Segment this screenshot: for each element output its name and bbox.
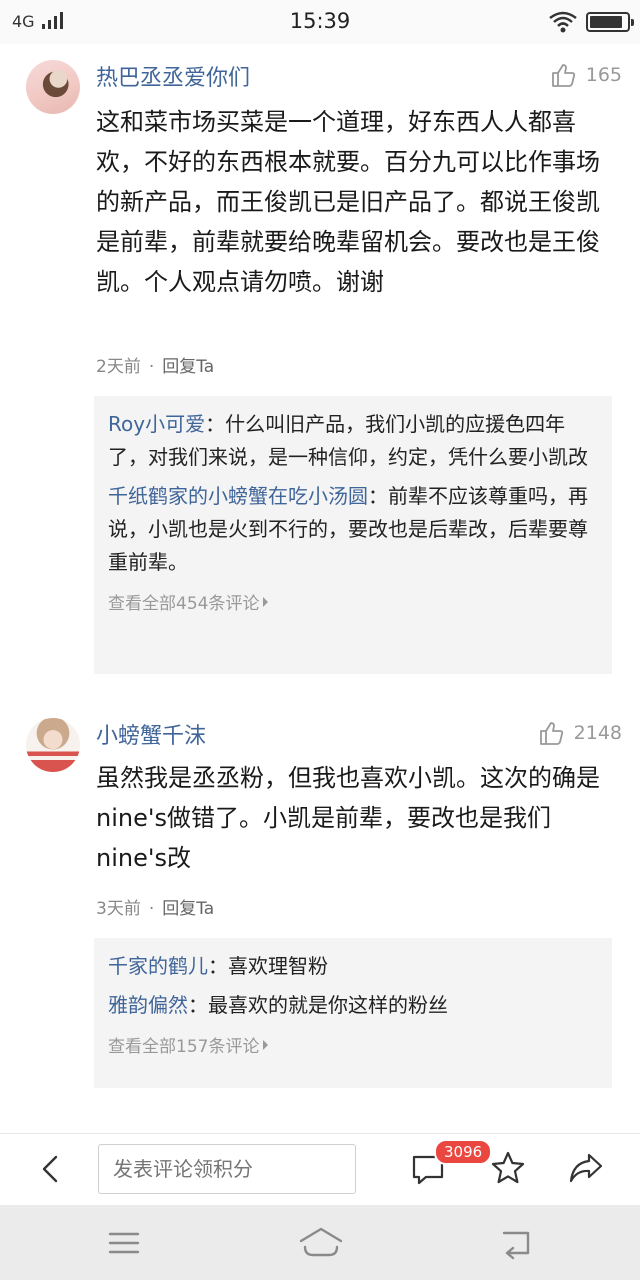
comment-time: 2天前 xyxy=(96,357,141,377)
comment-item: 热巴丞丞爱你们 165 这和菜市场买菜是一个道理，好东西人人都喜欢，不好的东西根… xyxy=(0,44,640,684)
share-icon[interactable] xyxy=(568,1150,604,1186)
view-all-replies-link[interactable]: 查看全部454条评论 xyxy=(108,585,598,620)
reply-item[interactable]: 千家的鹤儿：喜欢理智粉 xyxy=(108,950,598,983)
meta-separator: · xyxy=(148,357,155,377)
comment-count-badge: 3096 xyxy=(434,1139,493,1165)
clock: 15:39 xyxy=(289,9,351,33)
reply-button[interactable]: 回复Ta xyxy=(162,899,214,919)
reply-separator: ： xyxy=(368,484,388,508)
comment-time: 3天前 xyxy=(96,899,141,919)
comment-meta: 3天前 · 回复Ta xyxy=(96,894,214,919)
reply-box: 千家的鹤儿：喜欢理智粉 雅韵偏然：最喜欢的就是你这样的粉丝 查看全部157条评论 xyxy=(94,938,612,1088)
comment-item: 小螃蟹千沫 2148 虽然我是丞丞粉，但我也喜欢小凯。这次的确是nine's做错… xyxy=(0,700,640,1100)
reply-item[interactable]: Roy小可爱：什么叫旧产品，我们小凯的应援色四年了，对我们来说，是一种信仰，约定… xyxy=(108,408,598,474)
view-all-replies-link[interactable]: 查看全部157条评论 xyxy=(108,1028,598,1063)
return-icon[interactable] xyxy=(496,1225,536,1261)
reply-username[interactable]: 雅韵偏然 xyxy=(108,993,188,1017)
reply-text: 喜欢理智粉 xyxy=(228,954,328,978)
comment-action-bar: 3096 xyxy=(0,1133,640,1205)
reply-username[interactable]: 千家的鹤儿 xyxy=(108,954,208,978)
comment-username[interactable]: 热巴丞丞爱你们 xyxy=(96,60,250,92)
back-arrow-icon[interactable] xyxy=(36,1154,66,1184)
like-count: 165 xyxy=(585,64,622,86)
reply-item[interactable]: 千纸鹤家的小螃蟹在吃小汤圆：前辈不应该尊重吗，再说，小凯也是火到不行的，要改也是… xyxy=(108,480,598,579)
star-icon[interactable] xyxy=(490,1150,526,1186)
thumbs-up-icon xyxy=(539,722,563,745)
comment-meta: 2天前 · 回复Ta xyxy=(96,352,214,377)
reply-username[interactable]: 千纸鹤家的小螃蟹在吃小汤圆 xyxy=(108,484,368,508)
thumbs-up-icon xyxy=(551,64,575,87)
menu-icon[interactable] xyxy=(104,1225,144,1261)
reply-separator: ： xyxy=(208,954,228,978)
battery-icon xyxy=(586,12,634,32)
view-all-label: 查看全部157条评论 xyxy=(108,1037,260,1057)
chevron-right-icon xyxy=(263,1039,269,1050)
like-count: 2148 xyxy=(573,722,622,744)
system-nav-bar xyxy=(0,1205,640,1280)
comment-input[interactable] xyxy=(98,1144,356,1194)
comment-text: 虽然我是丞丞粉，但我也喜欢小凯。这次的确是nine's做错了。小凯是前辈，要改也… xyxy=(96,764,600,872)
reply-separator: ： xyxy=(205,412,226,436)
chevron-right-icon xyxy=(263,596,269,607)
comment-text: 这和菜市场买菜是一个道理，好东西人人都喜欢，不好的东西根本就要。百分九可以比作事… xyxy=(96,108,600,296)
meta-separator: · xyxy=(148,899,155,919)
home-icon[interactable] xyxy=(298,1225,344,1261)
reply-button[interactable]: 回复Ta xyxy=(162,357,214,377)
reply-item[interactable]: 雅韵偏然：最喜欢的就是你这样的粉丝 xyxy=(108,989,598,1022)
view-all-label: 查看全部454条评论 xyxy=(108,594,260,614)
reply-box: Roy小可爱：什么叫旧产品，我们小凯的应援色四年了，对我们来说，是一种信仰，约定… xyxy=(94,396,612,674)
reply-separator: ： xyxy=(188,993,208,1017)
comment-username[interactable]: 小螃蟹千沫 xyxy=(96,718,206,750)
like-button[interactable]: 165 xyxy=(550,61,622,89)
avatar[interactable] xyxy=(26,718,80,772)
reply-username[interactable]: Roy小可爱 xyxy=(108,412,205,436)
like-button[interactable]: 2148 xyxy=(538,719,622,747)
avatar[interactable] xyxy=(26,60,80,114)
reply-text: 最喜欢的就是你这样的粉丝 xyxy=(208,993,448,1017)
wifi-icon xyxy=(549,11,577,33)
status-bar: 4G 15:39 xyxy=(0,0,640,44)
